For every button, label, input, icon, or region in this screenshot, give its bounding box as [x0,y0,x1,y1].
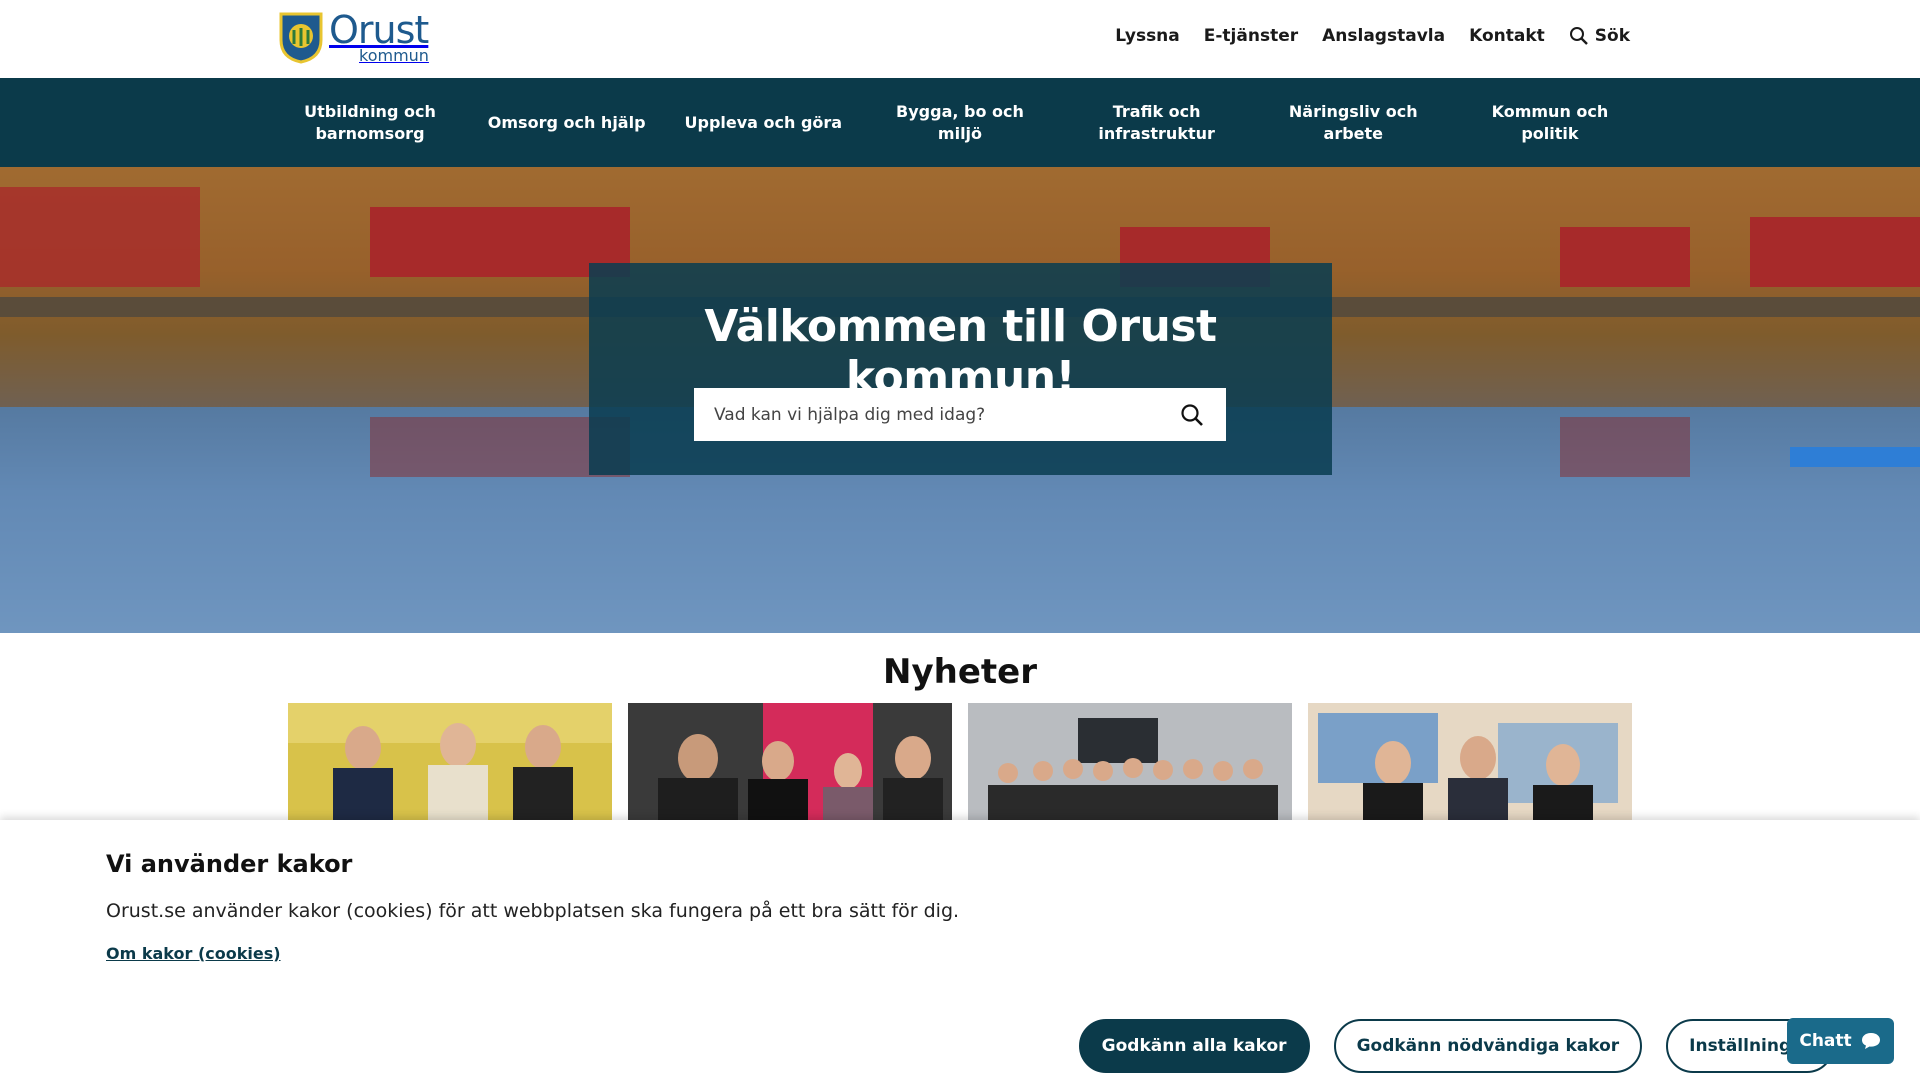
nav-item-uppleva[interactable]: Uppleva och göra [683,112,843,134]
hero-search [694,388,1226,441]
chat-label: Chatt [1799,1031,1852,1051]
news-card[interactable] [288,703,612,823]
nav-item-bygga[interactable]: Bygga, bo och miljö [880,101,1040,145]
hero-banner: Välkommen till Orust kommun! [0,167,1920,633]
news-photo-2 [628,703,952,823]
news-card[interactable] [968,703,1292,823]
news-photo-4 [1308,703,1632,823]
search-input[interactable] [714,404,1178,425]
news-card[interactable] [628,703,952,823]
nav-item-naringsliv[interactable]: Näringsliv och arbete [1273,101,1433,145]
nav-item-trafik[interactable]: Trafik och infrastruktur [1077,101,1237,145]
logo-subtitle: kommun [359,46,429,65]
search-link-label: Sök [1594,26,1630,46]
hero-search-panel: Välkommen till Orust kommun! [589,263,1332,475]
coat-of-arms-icon [279,12,323,64]
logo-name: Orust [329,8,429,52]
nav-item-utbildning[interactable]: Utbildning och barnomsorg [290,101,450,145]
cookie-actions: Godkänn alla kakor Godkänn nödvändiga ka… [1078,1019,1834,1073]
link-anslagstavla[interactable]: Anslagstavla [1322,26,1445,46]
link-e-tjanster[interactable]: E-tjänster [1204,26,1298,46]
accept-necessary-cookies-button[interactable]: Godkänn nödvändiga kakor [1333,1019,1643,1073]
link-lyssna[interactable]: Lyssna [1115,26,1180,46]
news-card[interactable] [1308,703,1632,823]
search-link[interactable]: Sök [1569,26,1630,46]
search-icon [1569,27,1588,45]
search-icon [1181,403,1203,426]
main-nav: Utbildning och barnomsorg Omsorg och hjä… [0,78,1920,167]
cookie-title: Vi använder kakor [106,850,353,878]
chat-bubble-icon [1861,1033,1880,1049]
news-photo-3 [968,703,1292,823]
news-heading: Nyheter [883,652,1037,692]
nav-item-omsorg[interactable]: Omsorg och hjälp [487,112,647,134]
logo-text: Orust kommun [329,8,429,65]
search-submit-button[interactable] [1178,401,1206,429]
news-photo-1 [288,703,612,823]
news-list [288,703,1632,823]
accept-all-cookies-button[interactable]: Godkänn alla kakor [1078,1019,1310,1073]
chat-button[interactable]: Chatt [1787,1018,1894,1064]
link-kontakt[interactable]: Kontakt [1469,26,1545,46]
site-logo[interactable]: Orust kommun [279,8,429,65]
cookie-info-link[interactable]: Om kakor (cookies) [106,944,281,963]
site-header: Orust kommun Lyssna E-tjänster Anslagsta… [0,0,1920,78]
cookie-text: Orust.se använder kakor (cookies) för at… [106,900,960,922]
cookie-banner: Vi använder kakor Orust.se använder kako… [0,820,1920,1080]
nav-item-kommun[interactable]: Kommun och politik [1470,101,1630,145]
utility-nav: Lyssna E-tjänster Anslagstavla Kontakt S… [1115,26,1630,46]
